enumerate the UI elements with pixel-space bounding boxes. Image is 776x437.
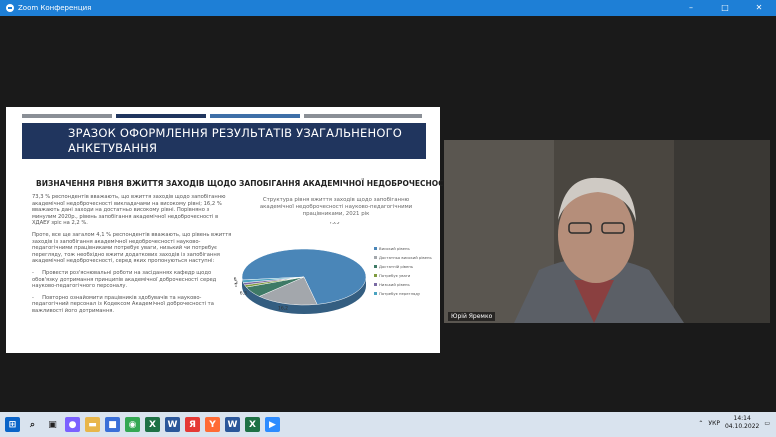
chat-icon[interactable]: ● <box>65 417 80 432</box>
legend-swatch-3 <box>374 274 377 277</box>
close-button[interactable]: ✕ <box>742 0 776 16</box>
legend-swatch-1 <box>374 256 377 259</box>
chrome-icon[interactable]: ◉ <box>125 417 140 432</box>
pie-chart: 73,316,26,311,31,6Високий рівеньДостатнь… <box>234 222 432 314</box>
minimize-button[interactable]: – <box>674 0 708 16</box>
slide-banner-title: ЗРАЗОК ОФОРМЛЕННЯ РЕЗУЛЬТАТІВ УЗАГАЛЬНЕН… <box>22 123 426 159</box>
system-tray: ⌃ УКР 14:14 04.10.2022 ▭ <box>698 415 770 431</box>
language-indicator[interactable]: УКР <box>708 420 720 427</box>
paragraph-1: 73,3 % респондентів вважають, що вжиття … <box>32 194 226 227</box>
word2-icon[interactable]: W <box>225 417 240 432</box>
clock-time: 14:14 <box>733 415 751 422</box>
word-icon[interactable]: W <box>165 417 180 432</box>
window-title: Zoom Конференция <box>18 4 92 12</box>
zoom-app-icon <box>6 4 14 12</box>
search-icon[interactable]: ⌕ <box>25 417 40 432</box>
paragraph-2: Проте, все ще загалом 4,1 % респондентів… <box>32 231 232 265</box>
legend-swatch-5 <box>374 292 377 295</box>
pie-data-label-0: 73,3 <box>329 222 339 225</box>
windows-taskbar: ⊞ ⌕ ▣ ● ▬ ■ ◉ X W Я Y W X ▶ ⌃ УКР 14:14 04.10.2022 ▭ <box>0 412 776 437</box>
explorer-icon[interactable]: ▬ <box>85 417 100 432</box>
clock-date: 04.10.2022 <box>724 423 760 430</box>
legend-label-5: Потребує перегляду <box>379 291 421 296</box>
participant-name-tag: Юрій Яремко <box>448 312 496 321</box>
legend-swatch-2 <box>374 265 377 268</box>
bullet-1: - Провести роз'яснювальні роботи на засі… <box>32 269 217 290</box>
shared-slide: ЗРАЗОК ОФОРМЛЕННЯ РЕЗУЛЬТАТІВ УЗАГАЛЬНЕН… <box>6 107 473 353</box>
slide-subtitle: ВИЗНАЧЕННЯ РІВНЯ ВЖИТТЯ ЗАХОДІВ ЩОДО ЗАП… <box>36 179 474 188</box>
yandex-browser-icon[interactable]: Y <box>205 417 220 432</box>
window-titlebar: Zoom Конференция – □ ✕ <box>0 0 776 16</box>
pie-data-label-5: 1,6 <box>234 277 237 283</box>
legend-swatch-0 <box>374 247 377 250</box>
store-icon[interactable]: ■ <box>105 417 120 432</box>
slide-body-text: 73,3 % респондентів вважають, що вжиття … <box>32 194 232 320</box>
zoom-icon[interactable]: ▶ <box>265 417 280 432</box>
chevron-up-icon[interactable]: ⌃ <box>698 420 703 427</box>
yandex-icon[interactable]: Я <box>185 417 200 432</box>
taskbar-apps: ⊞ ⌕ ▣ ● ▬ ■ ◉ X W Я Y W X ▶ <box>0 417 280 432</box>
start-icon[interactable]: ⊞ <box>5 417 20 432</box>
excel-icon[interactable]: X <box>145 417 160 432</box>
participant-video: Юрій Яремко <box>444 140 770 323</box>
bullet-2: - Повторно ознайомити працівників здобув… <box>32 294 214 314</box>
slide-top-bars <box>22 114 422 118</box>
legend-label-2: Достатній рівень <box>379 264 414 269</box>
legend-label-3: Потребує уваги <box>379 273 411 278</box>
widgets-icon[interactable]: ▣ <box>45 417 60 432</box>
excel2-icon[interactable]: X <box>245 417 260 432</box>
legend-swatch-4 <box>374 283 377 286</box>
pie-data-label-1: 16,2 <box>278 305 288 311</box>
notification-icon[interactable]: ▭ <box>764 420 770 427</box>
legend-label-4: Низький рівень <box>379 282 411 287</box>
pie-data-label-2: 6,3 <box>240 290 247 296</box>
video-scene <box>444 140 770 323</box>
legend-label-1: Достатньо високий рівень <box>379 255 432 260</box>
chart-title: Структура рівня вжиття заходів щодо запо… <box>259 197 413 217</box>
meeting-stage: ЗРАЗОК ОФОРМЛЕННЯ РЕЗУЛЬТАТІВ УЗАГАЛЬНЕН… <box>0 16 776 412</box>
legend-label-0: Високий рівень <box>379 246 410 251</box>
maximize-button[interactable]: □ <box>708 0 742 16</box>
clock[interactable]: 14:14 04.10.2022 <box>725 415 759 431</box>
